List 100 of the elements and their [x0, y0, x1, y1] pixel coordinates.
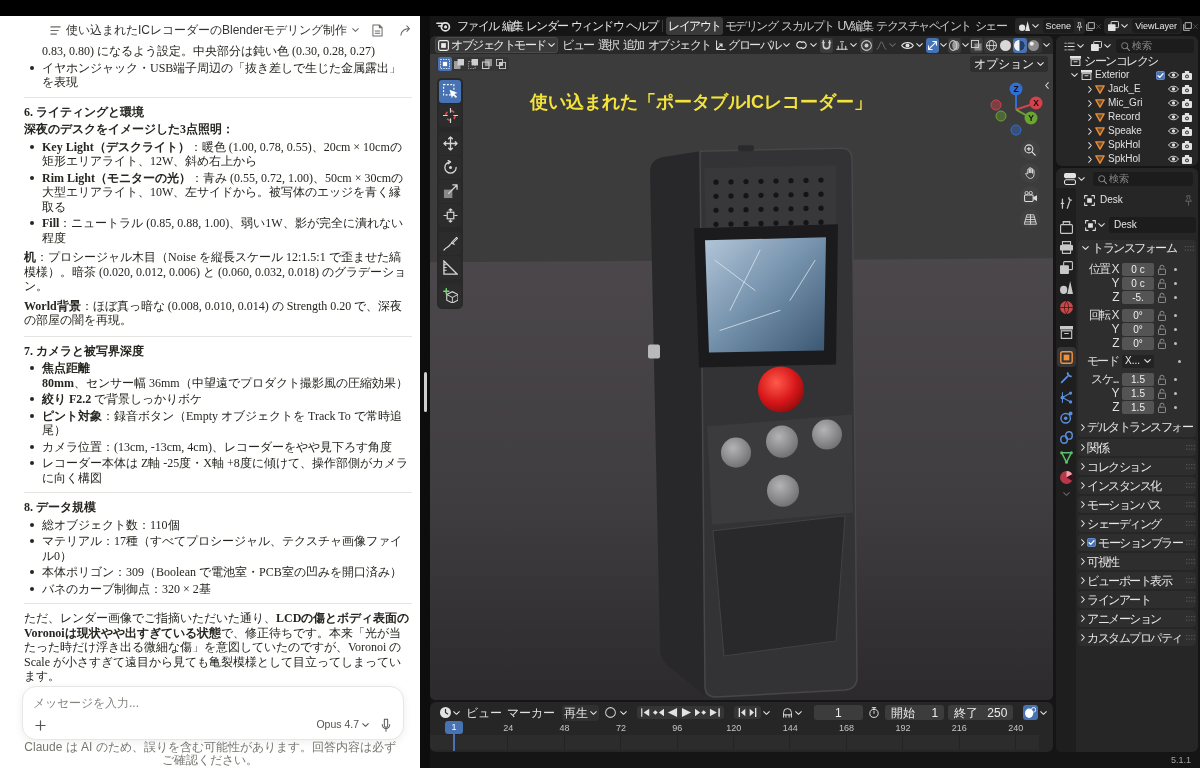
keyframe-dot-icon[interactable] — [1174, 327, 1177, 331]
microphone-button[interactable] — [379, 716, 393, 735]
view-layer-dropdown[interactable] — [1106, 20, 1131, 32]
number-field[interactable]: 1.5 — [1122, 400, 1154, 414]
pan-button[interactable] — [1020, 163, 1040, 183]
camera-icon[interactable] — [1182, 154, 1192, 164]
negative-axis-handle[interactable] — [990, 99, 1002, 111]
keyframe-dot-icon[interactable] — [1174, 341, 1177, 345]
workspace-tab[interactable]: スカルプト — [779, 17, 836, 35]
workspace-tab[interactable]: シェー — [972, 17, 1009, 35]
select-mode-button[interactable] — [480, 56, 494, 71]
select-mode-button[interactable] — [452, 56, 466, 71]
eye-icon[interactable] — [1168, 71, 1179, 79]
workspace-tab[interactable]: テクスチャペイント — [874, 17, 973, 35]
drag-grip-icon[interactable] — [1185, 245, 1194, 251]
keyframe-dot-icon[interactable] — [1174, 267, 1177, 271]
perspective-button[interactable] — [1020, 209, 1040, 229]
eye-icon[interactable] — [1168, 141, 1179, 149]
resize-handle[interactable] — [423, 372, 427, 412]
number-field[interactable]: 1.5 — [1122, 372, 1154, 386]
drag-grip-icon[interactable] — [1186, 597, 1195, 602]
lock-icon[interactable] — [1158, 291, 1166, 303]
chevron-icon[interactable] — [1082, 246, 1089, 250]
drag-grip-icon[interactable] — [1186, 445, 1195, 450]
object-name[interactable]: Record — [1108, 110, 1141, 124]
menu-item[interactable]: 編集 — [500, 18, 524, 34]
sidebar-toggle-icon[interactable] — [1045, 82, 1049, 89]
object-name-field[interactable]: Desk — [1109, 217, 1196, 233]
chevron-icon[interactable] — [1081, 520, 1085, 527]
shading-mode-button[interactable] — [1012, 37, 1027, 53]
drag-grip-icon[interactable] — [1186, 616, 1195, 621]
chevron-icon[interactable] — [1081, 615, 1085, 622]
copy-icon[interactable] — [1183, 21, 1192, 31]
axis-handle[interactable]: X — [1015, 96, 1043, 111]
eye-icon[interactable] — [1168, 155, 1179, 163]
camera-icon[interactable] — [1182, 140, 1192, 150]
model-selector[interactable]: Opus 4.7 — [314, 715, 371, 735]
chevron-icon[interactable] — [1088, 85, 1092, 93]
menu-item[interactable]: 選択 — [596, 37, 620, 53]
panel-header[interactable]: カスタムプロパティ — [1078, 629, 1196, 646]
share-icon[interactable] — [400, 24, 412, 36]
lock-icon[interactable] — [1158, 401, 1166, 413]
menu-item[interactable]: マーカー — [505, 704, 556, 721]
workspace-tab[interactable]: UV編集 — [835, 17, 875, 35]
panel-header[interactable]: シェーディング — [1078, 515, 1196, 532]
number-field[interactable]: 0 c — [1122, 276, 1154, 290]
number-field[interactable]: 1.5 — [1122, 386, 1154, 400]
menu-item[interactable]: オブジェクト — [646, 37, 712, 53]
camera-icon[interactable] — [1182, 126, 1192, 136]
menu-item[interactable]: 追加 — [621, 37, 645, 53]
object-name[interactable]: Speake — [1108, 124, 1142, 138]
lock-icon[interactable] — [1158, 387, 1166, 399]
blender-logo-icon[interactable] — [436, 20, 451, 32]
tool-button[interactable] — [439, 104, 461, 127]
scene-name-field[interactable]: Scene — [1042, 19, 1075, 33]
tool-button[interactable] — [439, 204, 461, 227]
tool-button[interactable] — [439, 156, 461, 179]
next-keyframe-button[interactable] — [694, 708, 706, 717]
select-mode-button[interactable] — [494, 56, 508, 71]
panel-header[interactable]: コレクション — [1078, 458, 1196, 475]
properties-tab[interactable] — [1056, 347, 1076, 367]
stopwatch-icon[interactable] — [869, 707, 880, 718]
camera-icon[interactable] — [1182, 112, 1192, 122]
filter-dropdown[interactable] — [1089, 40, 1113, 52]
previous-frame-button[interactable] — [737, 708, 746, 717]
tool-button[interactable] — [439, 132, 461, 155]
keyframe-dot-icon[interactable] — [1174, 295, 1177, 299]
menu-item[interactable]: ビュー — [464, 704, 503, 721]
panel-header[interactable]: トランスフォーム — [1078, 240, 1196, 256]
jump-end-button[interactable] — [708, 708, 720, 717]
message-field[interactable]: メッセージを入力... Opus 4.7 — [22, 686, 404, 740]
lock-icon[interactable] — [1158, 309, 1166, 321]
snap-target-dropdown[interactable] — [833, 39, 859, 51]
overlay-toggle[interactable] — [947, 37, 961, 53]
negative-axis-handle[interactable] — [995, 110, 1007, 122]
shading-mode-button[interactable] — [1026, 37, 1041, 53]
data-block-dropdown[interactable] — [1083, 218, 1107, 232]
tool-button[interactable] — [439, 232, 461, 255]
workspace-tab[interactable]: レイアウト — [666, 17, 723, 35]
chevron-icon[interactable] — [1081, 634, 1085, 641]
next-frame-button[interactable] — [748, 708, 757, 717]
panel-header[interactable]: モーションブラー — [1078, 534, 1196, 551]
chevron-icon[interactable] — [1088, 127, 1092, 135]
subpanel-header[interactable]: デルタトランスフォー — [1078, 419, 1196, 435]
checkbox[interactable] — [1156, 70, 1165, 80]
object-name[interactable]: SpkHol — [1108, 138, 1141, 152]
panel-header[interactable]: ビューポート表示 — [1078, 572, 1196, 589]
number-field[interactable]: 0° — [1122, 308, 1154, 322]
add-button[interactable] — [33, 717, 48, 733]
chevron-icon[interactable] — [1088, 155, 1092, 163]
jump-start-button[interactable] — [640, 708, 650, 717]
chevron-icon[interactable] — [1071, 73, 1078, 77]
menu-item[interactable]: レンダー — [524, 18, 569, 34]
previous-keyframe-button[interactable] — [652, 708, 664, 717]
workspace-tab[interactable]: モデリング — [722, 17, 779, 35]
chevron-icon[interactable] — [1081, 577, 1085, 584]
camera-icon[interactable] — [1182, 84, 1192, 94]
panel-header[interactable]: アニメーション — [1078, 610, 1196, 627]
caret-icon[interactable] — [352, 28, 360, 32]
xray-toggle[interactable] — [969, 37, 983, 53]
